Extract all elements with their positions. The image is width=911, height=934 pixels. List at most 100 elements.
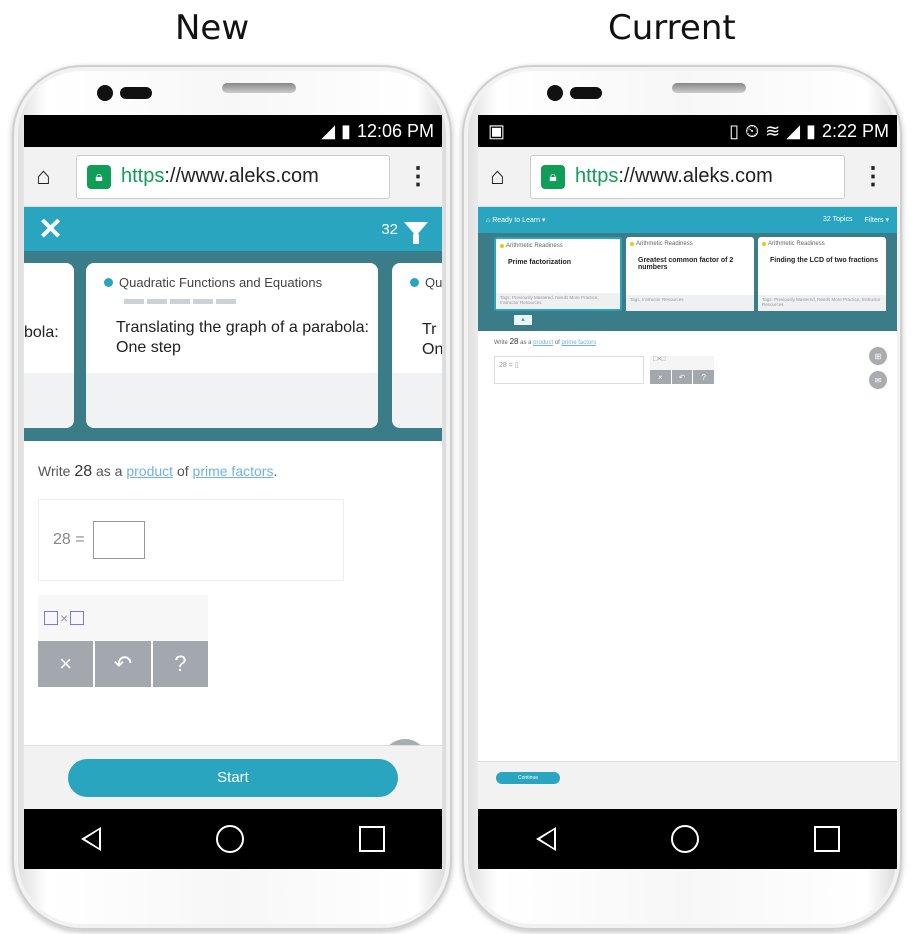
answer-area: 28 = ▯ □×□ × ↶ ? <box>494 356 897 384</box>
help-button[interactable]: ? <box>152 641 208 687</box>
undo-button[interactable]: ↶ <box>95 641 151 687</box>
camera-icon <box>97 85 113 101</box>
question-text: Write 28 as a product of prime factors. <box>38 463 278 480</box>
screen-current: ▣ ▯ ⏲ ≋ ◢ ▮ 2:22 PM ⌂ 🔒︎ https://www.ale… <box>478 115 897 869</box>
android-navbar <box>24 809 442 869</box>
topic-card[interactable]: bola: <box>24 263 74 428</box>
topic-tags: Tags: Previously Mastered, Needs More Pr… <box>496 293 620 309</box>
answer-input[interactable] <box>92 521 145 559</box>
undo-button[interactable]: ↶ <box>671 370 693 384</box>
continue-bar: Continue <box>478 761 897 809</box>
url-scheme: https <box>121 165 165 187</box>
topic-title: bola: <box>24 324 59 341</box>
url-bar[interactable]: 🔒︎ https://www.aleks.com <box>76 154 390 199</box>
back-icon[interactable] <box>81 827 102 851</box>
url-rest: ://www.aleks.com <box>164 165 319 187</box>
menu-icon[interactable]: ⋮ <box>390 162 430 191</box>
home-icon[interactable]: ⌂ <box>490 163 530 191</box>
help-button[interactable]: ? <box>693 370 715 384</box>
calculator-icon[interactable]: ⊞ <box>869 347 887 365</box>
url-scheme: https <box>575 165 619 187</box>
answer-input[interactable]: 28 = ▯ <box>494 356 644 384</box>
caption-current: Current <box>608 8 736 48</box>
topic-carousel: Arithmetic Readiness Prime factorization… <box>478 233 897 331</box>
back-icon[interactable] <box>535 827 556 851</box>
topic-card[interactable]: Qu Tr On <box>392 263 442 428</box>
browser-toolbar: ⌂ 🔒︎ https://www.aleks.com ⋮ <box>24 147 442 207</box>
status-time: 12:06 PM <box>356 120 434 141</box>
camera-icon <box>547 85 563 101</box>
topic-title: Tr On <box>422 321 442 358</box>
app-topbar: ⌂ Ready to Learn ▾ 32 Topics Filters ▾ <box>478 207 897 233</box>
android-navbar <box>478 809 897 869</box>
image-icon: ▣ <box>488 120 506 141</box>
screen-new: ◢ ▮ 12:06 PM ⌂ 🔒︎ https://www.aleks.com … <box>24 115 442 869</box>
answer-prefix: 28 = <box>53 531 85 548</box>
recents-icon[interactable] <box>813 826 840 852</box>
phone-current: ▣ ▯ ⏲ ≋ ◢ ▮ 2:22 PM ⌂ 🔒︎ https://www.ale… <box>462 65 902 930</box>
topic-card[interactable]: Arithmetic Readiness Finding the LCD of … <box>758 237 886 311</box>
status-bar: ◢ ▮ 12:06 PM <box>24 115 442 147</box>
template-button[interactable]: □×□ <box>650 356 714 370</box>
alarm-icon: ⏲ <box>745 120 760 141</box>
start-bar: Start <box>24 745 442 809</box>
sensor-icon <box>570 87 602 99</box>
app-topbar: ✕ 32 <box>24 207 442 251</box>
mail-icon[interactable]: ✉ <box>869 371 887 389</box>
signal-icon: ◢ <box>786 120 801 141</box>
topic-title: Translating the graph of a parabola: One… <box>116 319 369 356</box>
collapse-icon[interactable]: ▴ <box>514 315 532 325</box>
phone-new: ◢ ▮ 12:06 PM ⌂ 🔒︎ https://www.aleks.com … <box>12 65 452 930</box>
url-rest: ://www.aleks.com <box>618 165 773 187</box>
topic-category: Qu <box>425 275 442 290</box>
url-bar[interactable]: 🔒︎ https://www.aleks.com <box>530 154 845 199</box>
topic-title: Prime factorization <box>508 259 572 266</box>
home-circle-icon[interactable] <box>215 825 244 853</box>
wifi-icon: ≋ <box>765 120 781 141</box>
topic-tags: Tags: Previously Mastered, Needs More Pr… <box>758 295 886 311</box>
home-circle-icon[interactable] <box>670 825 699 853</box>
status-bar: ▣ ▯ ⏲ ≋ ◢ ▮ 2:22 PM <box>478 115 897 147</box>
topic-tags: Tags: Instructor Resources <box>626 295 754 311</box>
battery-icon: ▮ <box>341 120 351 141</box>
product-link[interactable]: product <box>126 463 173 479</box>
filters-menu[interactable]: Filters ▾ <box>864 216 889 224</box>
earpiece <box>222 83 296 93</box>
template-box-icon[interactable] <box>70 611 85 625</box>
category-dot <box>104 278 113 287</box>
answer-area: 28 = <box>38 499 344 581</box>
question-text: Write 28 as a product of prime factors <box>494 337 597 346</box>
menu-icon[interactable]: ⋮ <box>845 162 885 191</box>
recents-icon[interactable] <box>358 826 385 852</box>
battery-icon: ▮ <box>806 120 816 141</box>
clear-button[interactable]: × <box>38 641 94 687</box>
template-box-icon[interactable] <box>44 611 58 625</box>
ready-to-learn-menu[interactable]: Ready to Learn ▾ <box>492 217 545 224</box>
topic-card[interactable]: Quadratic Functions and Equations Transl… <box>86 263 378 428</box>
browser-toolbar: ⌂ 🔒︎ https://www.aleks.com ⋮ <box>478 147 897 207</box>
topic-carousel: bola: Quadratic Functions and Equations … <box>24 251 442 441</box>
product-link[interactable]: product <box>533 340 553 346</box>
prime-factors-link[interactable]: prime factors <box>562 340 597 346</box>
topic-title: Greatest common factor of 2 numbers <box>638 257 734 271</box>
prime-factors-link[interactable]: prime factors <box>193 463 274 479</box>
status-time: 2:22 PM <box>821 120 889 141</box>
sensor-icon <box>120 87 152 99</box>
filter-button[interactable]: 32 <box>381 220 428 244</box>
topics-count: 32 Topics <box>823 216 853 223</box>
math-keypad: × × ↶ ? <box>38 595 208 687</box>
topic-count: 32 <box>381 220 398 238</box>
filter-icon <box>404 222 428 244</box>
progress-bars <box>124 299 378 304</box>
topic-card[interactable]: Arithmetic Readiness Greatest common fac… <box>626 237 754 311</box>
clear-button[interactable]: × <box>650 370 671 384</box>
topic-title: Finding the LCD of two fractions <box>770 257 879 264</box>
topic-category: Quadratic Functions and Equations <box>119 275 323 290</box>
home-icon[interactable]: ⌂ <box>36 163 76 191</box>
close-icon[interactable]: ✕ <box>38 212 63 247</box>
category-dot <box>410 278 419 287</box>
continue-button[interactable]: Continue <box>496 772 560 784</box>
signal-icon: ◢ <box>321 120 336 141</box>
topic-card[interactable]: Arithmetic Readiness Prime factorization… <box>494 237 622 311</box>
start-button[interactable]: Start <box>68 758 398 797</box>
